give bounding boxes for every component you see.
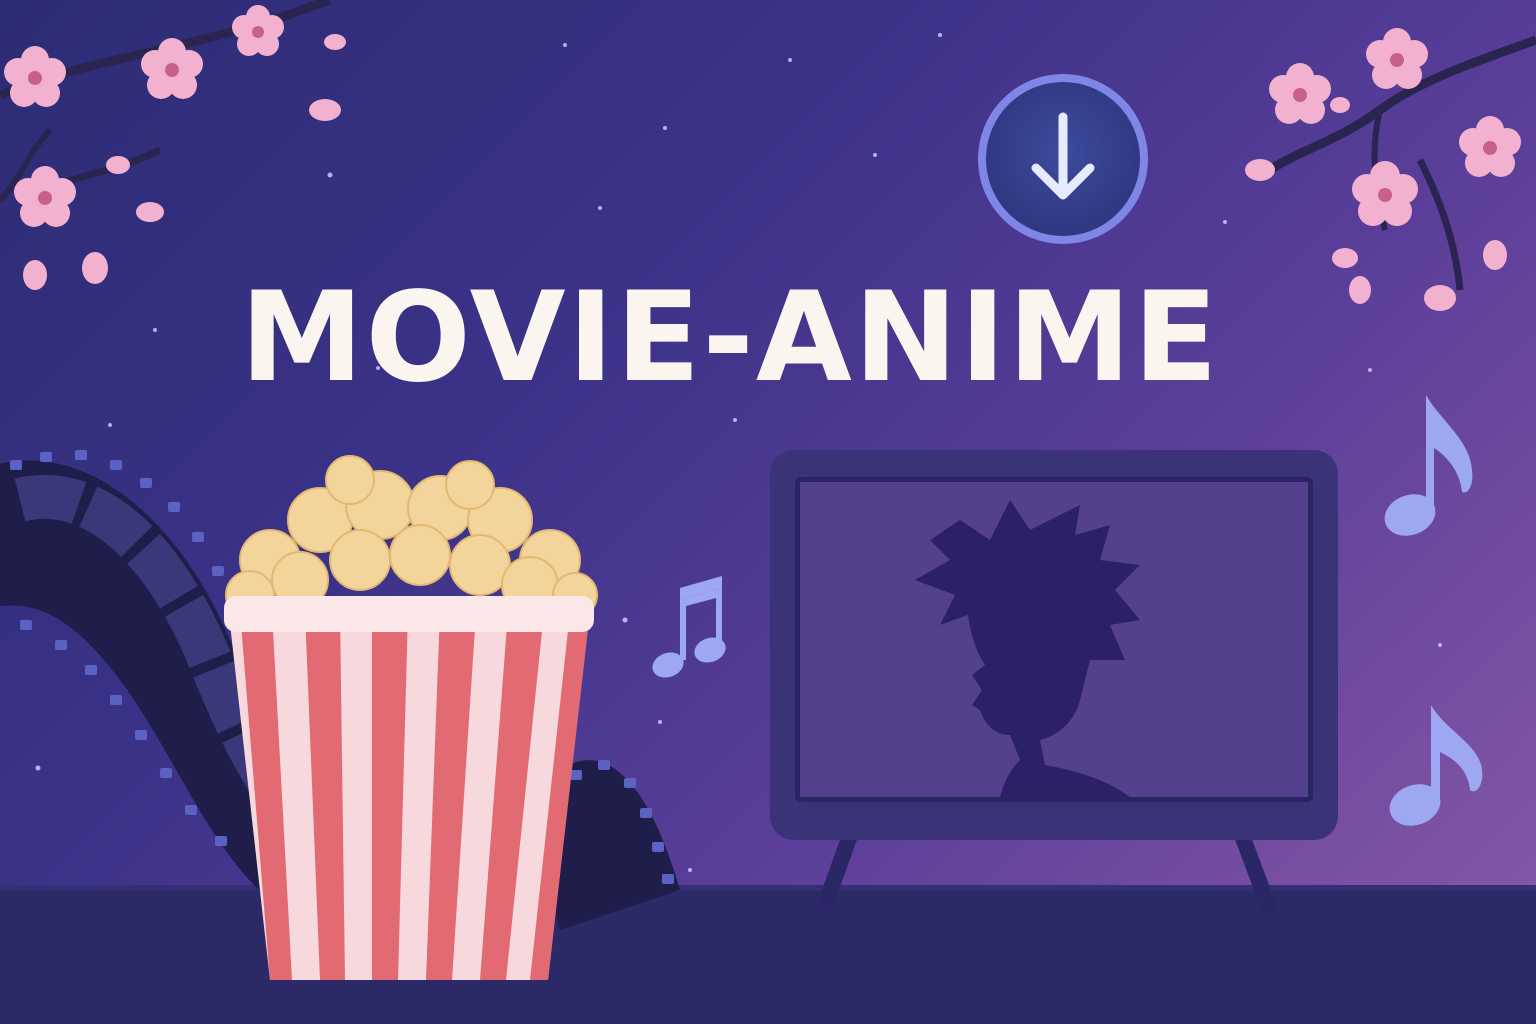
popcorn-bucket-icon (224, 455, 598, 980)
blossom-branch-left (0, 0, 346, 290)
banner-scene: MOVIE-ANIME (0, 0, 1536, 1024)
download-arrow-icon (1031, 112, 1095, 200)
cherry-blossom-icon (4, 5, 346, 290)
music-note-icon (1389, 705, 1483, 826)
music-note-icon (1384, 395, 1473, 536)
background-art (0, 0, 1536, 1024)
download-button[interactable] (978, 74, 1148, 244)
music-note-icon (652, 575, 726, 678)
tv-icon (770, 450, 1338, 913)
floor (0, 885, 1536, 1024)
page-title: MOVIE-ANIME (240, 266, 1220, 410)
blossom-branch-right (1245, 28, 1536, 311)
